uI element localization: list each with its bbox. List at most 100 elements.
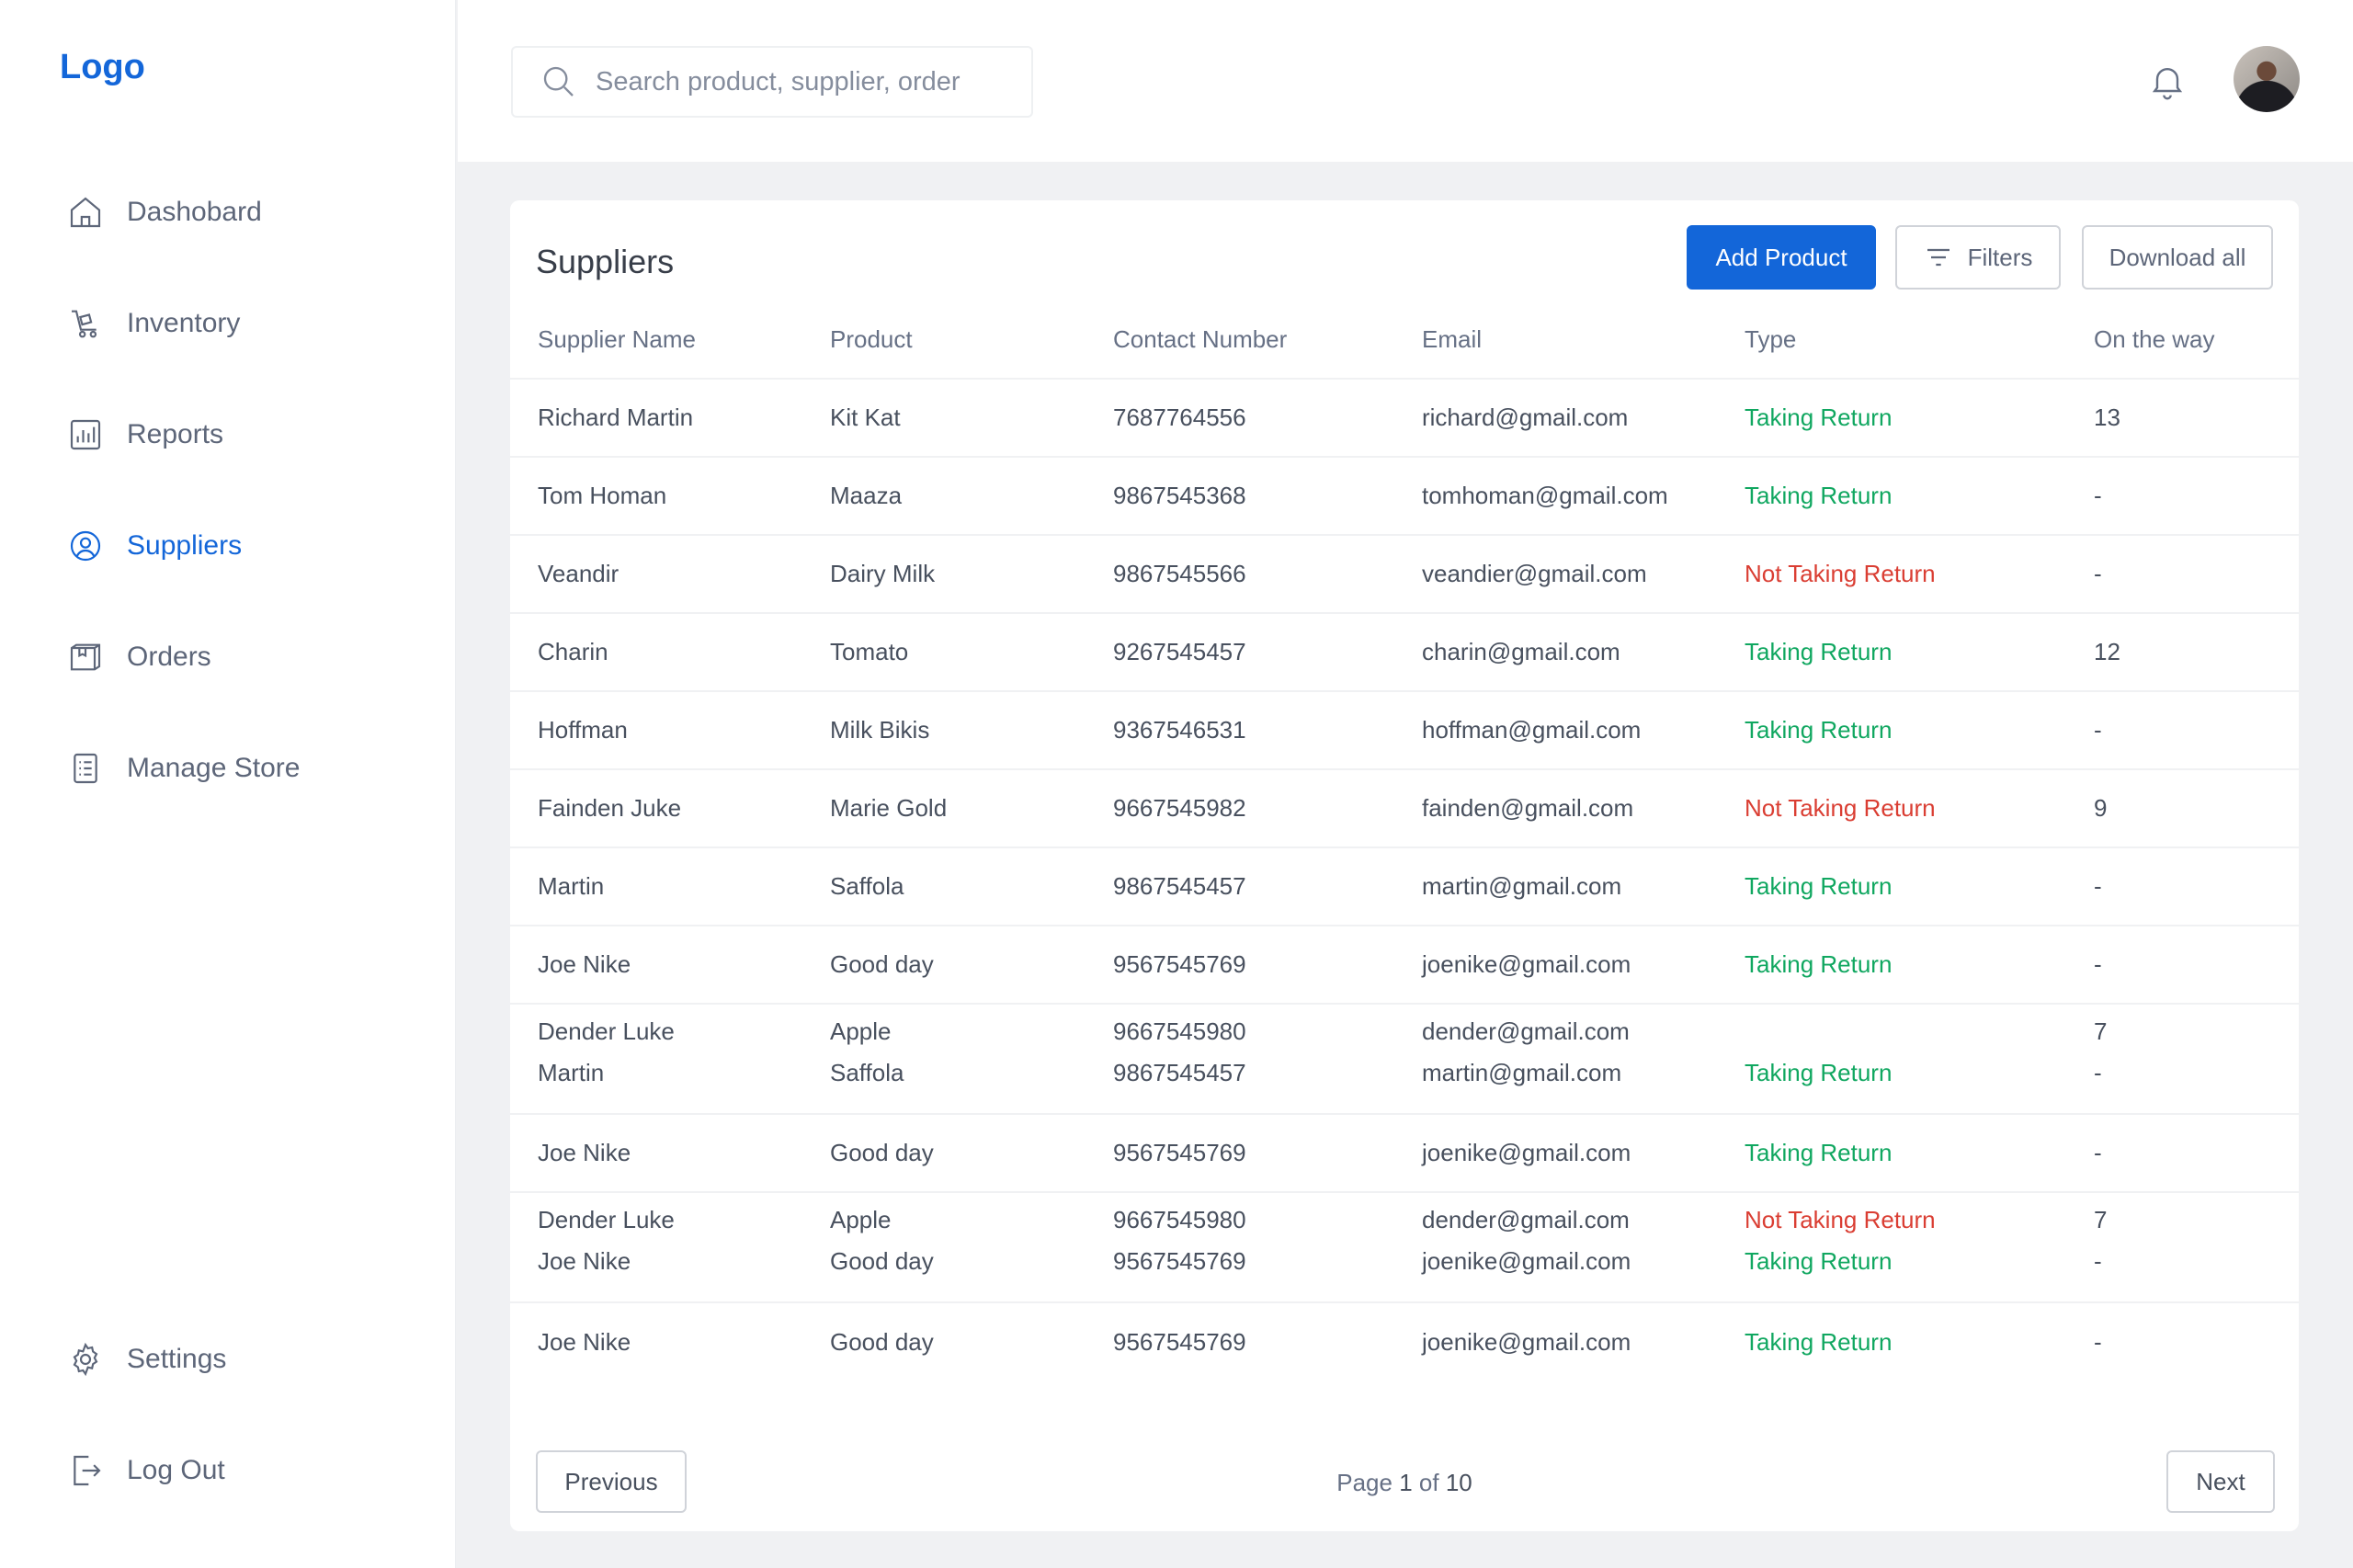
email-cell: joenike@gmail.com [1422,1114,1745,1193]
type-cell: Taking Return [1745,379,2094,458]
supplier-name-cell: Joe Nike [538,1327,631,1356]
search-icon [543,66,574,97]
filters-button[interactable]: Filters [1895,225,2061,290]
contact-number-cell: 9567545769 [1113,1327,1246,1356]
table-row[interactable]: Fainden Juke Marie Gold 9667545982 fainden@… [510,769,2299,848]
product-cell: Saffola [830,1059,1113,1115]
page-title: Suppliers [536,243,675,280]
product-cell: Good day [830,1247,1113,1303]
table-row[interactable]: Joe Nike Good day 9567545769 joenike@gmail.… [510,926,2299,1005]
search-input[interactable] [596,66,991,97]
on-the-way-cell: - [2094,1327,2102,1356]
sidebar-item-label: Orders [127,642,211,672]
suppliers-card: Suppliers Add Product Filters Download a… [510,200,2299,1531]
type-cell: Taking Return [1745,1114,2094,1193]
supplier-name-cell: Joe Nike [510,1114,830,1193]
sidebar-item-suppliers[interactable]: Suppliers [66,518,415,574]
sidebar-item-label: Inventory [127,308,241,338]
contact-number-cell: 9667545980 [1113,1206,1246,1233]
on-the-way-cell: - [2094,535,2299,614]
supplier-name-cell: Martin [510,847,830,926]
contact-number-cell: 9667545980 [1113,1017,1246,1045]
on-the-way-cell: - [2094,457,2299,536]
product-cell: Maaza [830,457,1113,536]
product-cell: Good day [830,1327,934,1356]
email-cell: joenike@gmail.com [1422,1327,1631,1356]
email-cell: hoffman@gmail.com [1422,691,1745,770]
table-row[interactable]: Martin Saffola 9867545457 martin@gmail.com T… [510,847,2299,926]
supplier-name-cell: Martin [510,1059,830,1115]
email-cell: martin@gmail.com [1422,847,1745,926]
contact-number-cell: 9867545368 [1113,457,1422,536]
sidebar-item-reports[interactable]: Reports [66,407,415,462]
table-row[interactable]: Joe Nike Good day 9567545769 joenike@gmail.… [510,1302,2299,1381]
type-cell: Taking Return [1745,1327,1893,1356]
sidebar: Logo Dashobard Inventory Reports Supplie… [0,0,456,1568]
type-cell: Taking Return [1745,926,2094,1005]
add-product-button[interactable]: Add Product [1687,225,1876,290]
gear-icon [66,1340,105,1379]
filters-label: Filters [1967,243,2033,271]
product-cell: Marie Gold [830,769,1113,848]
table-row[interactable]: Richard Martin Kit Kat 7687764556 richard@g… [510,379,2299,458]
product-cell: Good day [830,926,1113,1005]
column-header-contact-number: Contact Number [1113,301,1422,380]
product-cell: Apple [830,1017,892,1045]
download-all-button[interactable]: Download all [2082,225,2273,290]
contact-number-cell: 7687764556 [1113,379,1422,458]
filter-icon [1927,248,1949,267]
email-cell: dender@gmail.com [1422,1017,1630,1045]
sidebar-item-settings[interactable]: Settings [66,1332,415,1387]
table-row[interactable]: Dender Luke Apple 9667545980 dender@gmail.c… [510,1192,2299,1247]
search-box[interactable] [511,46,1033,118]
contact-number-cell: 9867545457 [1113,1059,1422,1115]
supplier-name-cell: Richard Martin [510,379,830,458]
table-row[interactable]: Veandir Dairy Milk 9867545566 veandier@gmai… [510,535,2299,614]
supplier-name-cell: Tom Homan [510,457,830,536]
contact-number-cell: 9867545566 [1113,535,1422,614]
home-icon [66,193,105,232]
contact-number-cell: 9267545457 [1113,613,1422,692]
table-row[interactable]: Hoffman Milk Bikis 9367546531 hoffman@gmail… [510,691,2299,770]
product-cell: Kit Kat [830,379,1113,458]
table-row[interactable]: Joe Nike Good day 9567545769 joenike@gmail.… [510,1247,2299,1303]
type-cell [1745,1004,2094,1059]
contact-number-cell: 9567545769 [1113,1247,1422,1303]
email-cell: joenike@gmail.com [1422,1247,1745,1303]
email-cell: tomhoman@gmail.com [1422,457,1745,536]
type-cell: Not Taking Return [1745,769,2094,848]
contact-number-cell: 9367546531 [1113,691,1422,770]
reports-icon [66,415,105,454]
supplier-name-cell: Dender Luke [538,1017,675,1045]
table-row[interactable]: Tom Homan Maaza 9867545368 tomhoman@gmail.c… [510,457,2299,536]
sidebar-item-dashboard[interactable]: Dashobard [66,185,415,240]
sidebar-item-label: Reports [127,419,224,449]
avatar[interactable] [2234,46,2300,112]
supplier-name-cell: Joe Nike [510,926,830,1005]
bell-icon[interactable] [2147,61,2188,101]
table-row[interactable]: Charin Tomato 9267545457 charin@gmail.com Ta… [510,613,2299,692]
sidebar-item-inventory[interactable]: Inventory [66,296,415,351]
sidebar-item-logout[interactable]: Log Out [66,1443,415,1498]
email-cell: charin@gmail.com [1422,613,1745,692]
type-cell: Not Taking Return [1745,535,2094,614]
suppliers-table: Supplier Name Product Contact Number Ema… [510,301,2299,1381]
type-cell: Taking Return [1745,1247,2094,1303]
type-cell: Taking Return [1745,457,2094,536]
column-header-on-the-way: On the way [2094,301,2299,380]
table-row[interactable]: Martin Saffola 9867545457 martin@gmail.com T… [510,1059,2299,1115]
sidebar-item-manage-store[interactable]: Manage Store [66,741,415,796]
email-cell: martin@gmail.com [1422,1059,1745,1115]
type-cell: Taking Return [1745,1059,2094,1115]
sidebar-item-orders[interactable]: Orders [66,630,415,685]
contact-number-cell: 9867545457 [1113,847,1422,926]
column-header-product: Product [830,301,1113,380]
email-cell: dender@gmail.com [1422,1206,1630,1233]
on-the-way-cell: - [2094,847,2299,926]
next-page-button[interactable]: Next [2166,1450,2275,1513]
table-row[interactable]: Joe Nike Good day 9567545769 joenike@gmail.… [510,1114,2299,1193]
logo[interactable]: Logo [60,48,145,87]
supplier-name-cell: Charin [510,613,830,692]
manage-store-icon [66,749,105,788]
table-row[interactable]: Dender Luke Apple 9667545980 dender@gmail.c… [510,1004,2299,1059]
